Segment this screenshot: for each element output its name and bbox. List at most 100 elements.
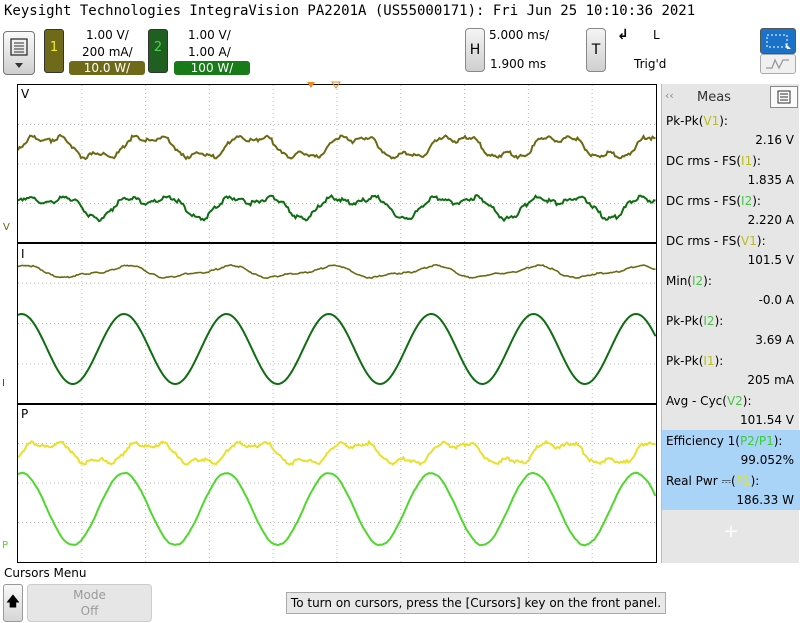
meas-suffix: ):: [752, 194, 761, 208]
meas-tab-title: Meas: [697, 90, 731, 105]
meas-suffix: ):: [742, 394, 752, 408]
meas-value: 2.220 A: [747, 213, 794, 227]
main-menu-button[interactable]: [3, 31, 35, 75]
meas-label: DC rms - FS(V1):: [666, 234, 766, 248]
meas-suffix: ):: [719, 114, 728, 128]
window-title: Keysight Technologies IntegraVision PA22…: [4, 3, 696, 19]
up-arrow-icon: 🡅: [5, 594, 21, 610]
v-ground-marker: V: [3, 222, 10, 233]
meas-value: 99.052%: [740, 453, 794, 467]
meas-row[interactable]: Pk-Pk(I2): 3.69 A: [662, 310, 800, 350]
meas-row[interactable]: DC rms - FS(I2): 2.220 A: [662, 190, 800, 230]
meas-func: Pk-Pk(: [666, 114, 704, 128]
meas-source: V1: [703, 114, 720, 128]
meas-source: V1: [741, 234, 757, 248]
i-graph-label: I: [21, 247, 25, 261]
horizontal-button[interactable]: H: [465, 28, 485, 72]
meas-suffix: ):: [714, 354, 724, 368]
meas-row[interactable]: Efficiency 1(P2/P1): 99.052%: [662, 430, 800, 470]
v-graph-label: V: [21, 87, 30, 101]
meas-source: I2: [691, 274, 704, 288]
meas-func: Avg - Cyc(: [666, 394, 727, 408]
meas-settings-button[interactable]: [770, 86, 798, 108]
mode-softkey[interactable]: Mode Off: [27, 584, 152, 622]
meas-source: I2: [741, 194, 753, 208]
trigger-position-marker: [307, 81, 341, 89]
waveform-display[interactable]: V I P: [17, 84, 657, 563]
channel2-power-scale: 100 W/: [174, 61, 250, 75]
meas-value: 101.54 V: [739, 413, 794, 427]
meas-row[interactable]: Avg - Cyc(V2): 101.54 V: [662, 390, 800, 430]
meas-label: Avg - Cyc(V2):: [666, 394, 752, 408]
meas-label: Pk-Pk(I1):: [666, 354, 723, 368]
status-message: To turn on cursors, press the [Cursors] …: [286, 592, 666, 614]
menu-icon: [10, 38, 28, 68]
meas-source: P1: [735, 474, 751, 488]
meas-source: I2: [703, 314, 715, 328]
meas-suffix: ):: [752, 154, 761, 168]
meas-func: Pk-Pk(: [666, 314, 704, 328]
meas-suffix: ):: [756, 234, 766, 248]
meas-value: 101.5 V: [747, 253, 794, 267]
list-icon: [777, 90, 791, 104]
horizontal-position: 1.900 ms: [490, 57, 547, 71]
trace-v1: [17, 133, 656, 161]
channel2-voltage-scale: 1.00 V/: [188, 28, 231, 42]
meas-source: I1: [703, 354, 715, 368]
meas-row[interactable]: DC rms - FS(V1): 101.5 V: [662, 230, 800, 270]
trace-i1: [17, 263, 656, 280]
meas-row[interactable]: DC rms - FS(I1): 1.835 A: [662, 150, 800, 190]
meas-row[interactable]: Pk-Pk(V1): 2.16 V: [662, 110, 800, 150]
meas-func: Efficiency 1(: [666, 434, 740, 448]
meas-suffix: ):: [773, 434, 783, 448]
meas-source: V2: [726, 394, 743, 408]
meas-suffix: ):: [750, 474, 760, 488]
meas-suffix: ):: [703, 274, 712, 288]
meas-label: Efficiency 1(P2/P1):: [666, 434, 782, 448]
waveform-tool-button[interactable]: [760, 54, 796, 74]
measurement-list: Pk-Pk(V1): 2.16 V DC rms - FS(I1): 1.835 AD…: [662, 110, 800, 510]
add-measurement-button[interactable]: +: [662, 512, 800, 552]
back-button[interactable]: 🡅: [3, 584, 23, 622]
meas-label: DC rms - FS(I2):: [666, 194, 761, 208]
meas-label: DC rms - FS(I1):: [666, 154, 761, 168]
meas-value: 186.33 W: [736, 493, 794, 507]
channel2-button[interactable]: 2: [148, 29, 168, 73]
p-graph-label: P: [21, 407, 29, 421]
channel1-button[interactable]: 1: [44, 29, 64, 73]
meas-source: P2/P1: [739, 434, 774, 448]
gridlines: [18, 85, 656, 562]
meas-func: DC rms - FS(: [666, 234, 742, 248]
trigger-level: L: [653, 28, 660, 42]
channel1-voltage-scale: 1.00 V/: [86, 28, 129, 42]
meas-func: Min(: [666, 274, 692, 288]
meas-label: Pk-Pk(I2):: [666, 314, 723, 328]
waveform-icon: [766, 58, 789, 70]
measurements-panel: ‹‹ Meas Pk-Pk(V1): 2.16 V DC rms - FS(I1):…: [661, 84, 800, 563]
channel1-current-scale: 200 mA/: [82, 45, 133, 59]
meas-value: -0.0 A: [758, 293, 794, 307]
trigger-button[interactable]: T: [586, 28, 606, 72]
meas-row[interactable]: Min(I2): -0.0 A: [662, 270, 800, 310]
meas-func: DC rms - FS(: [666, 194, 742, 208]
horizontal-timebase: 5.000 ms/: [489, 28, 550, 42]
meas-row[interactable]: Pk-Pk(I1): 205 mA: [662, 350, 800, 390]
i-ground-marker: I: [2, 378, 5, 389]
mode-softkey-value: Off: [80, 604, 99, 618]
meas-func: Pk-Pk(: [666, 354, 704, 368]
meas-tab[interactable]: ‹‹ Meas: [662, 84, 768, 108]
meas-value: 205 mA: [747, 373, 794, 387]
p-ground-marker: P: [2, 540, 9, 551]
waveform-graph: [17, 85, 657, 562]
meas-suffix: ):: [714, 314, 724, 328]
meas-label: Real Pwr ⎓(P1):: [666, 474, 759, 489]
meas-row[interactable]: Real Pwr ⎓(P1): 186.33 W: [662, 470, 800, 510]
meas-value: 3.69 A: [755, 333, 794, 347]
meas-func: Real Pwr ⎓(: [666, 474, 736, 488]
meas-func: DC rms - FS(: [666, 154, 742, 168]
zoom-select-button[interactable]: [760, 28, 796, 54]
zoom-box-icon: [766, 34, 791, 49]
meas-value: 1.835 A: [747, 173, 794, 187]
meas-value: 2.16 V: [755, 133, 794, 147]
trigger-slope-icon: ↲: [617, 27, 629, 43]
